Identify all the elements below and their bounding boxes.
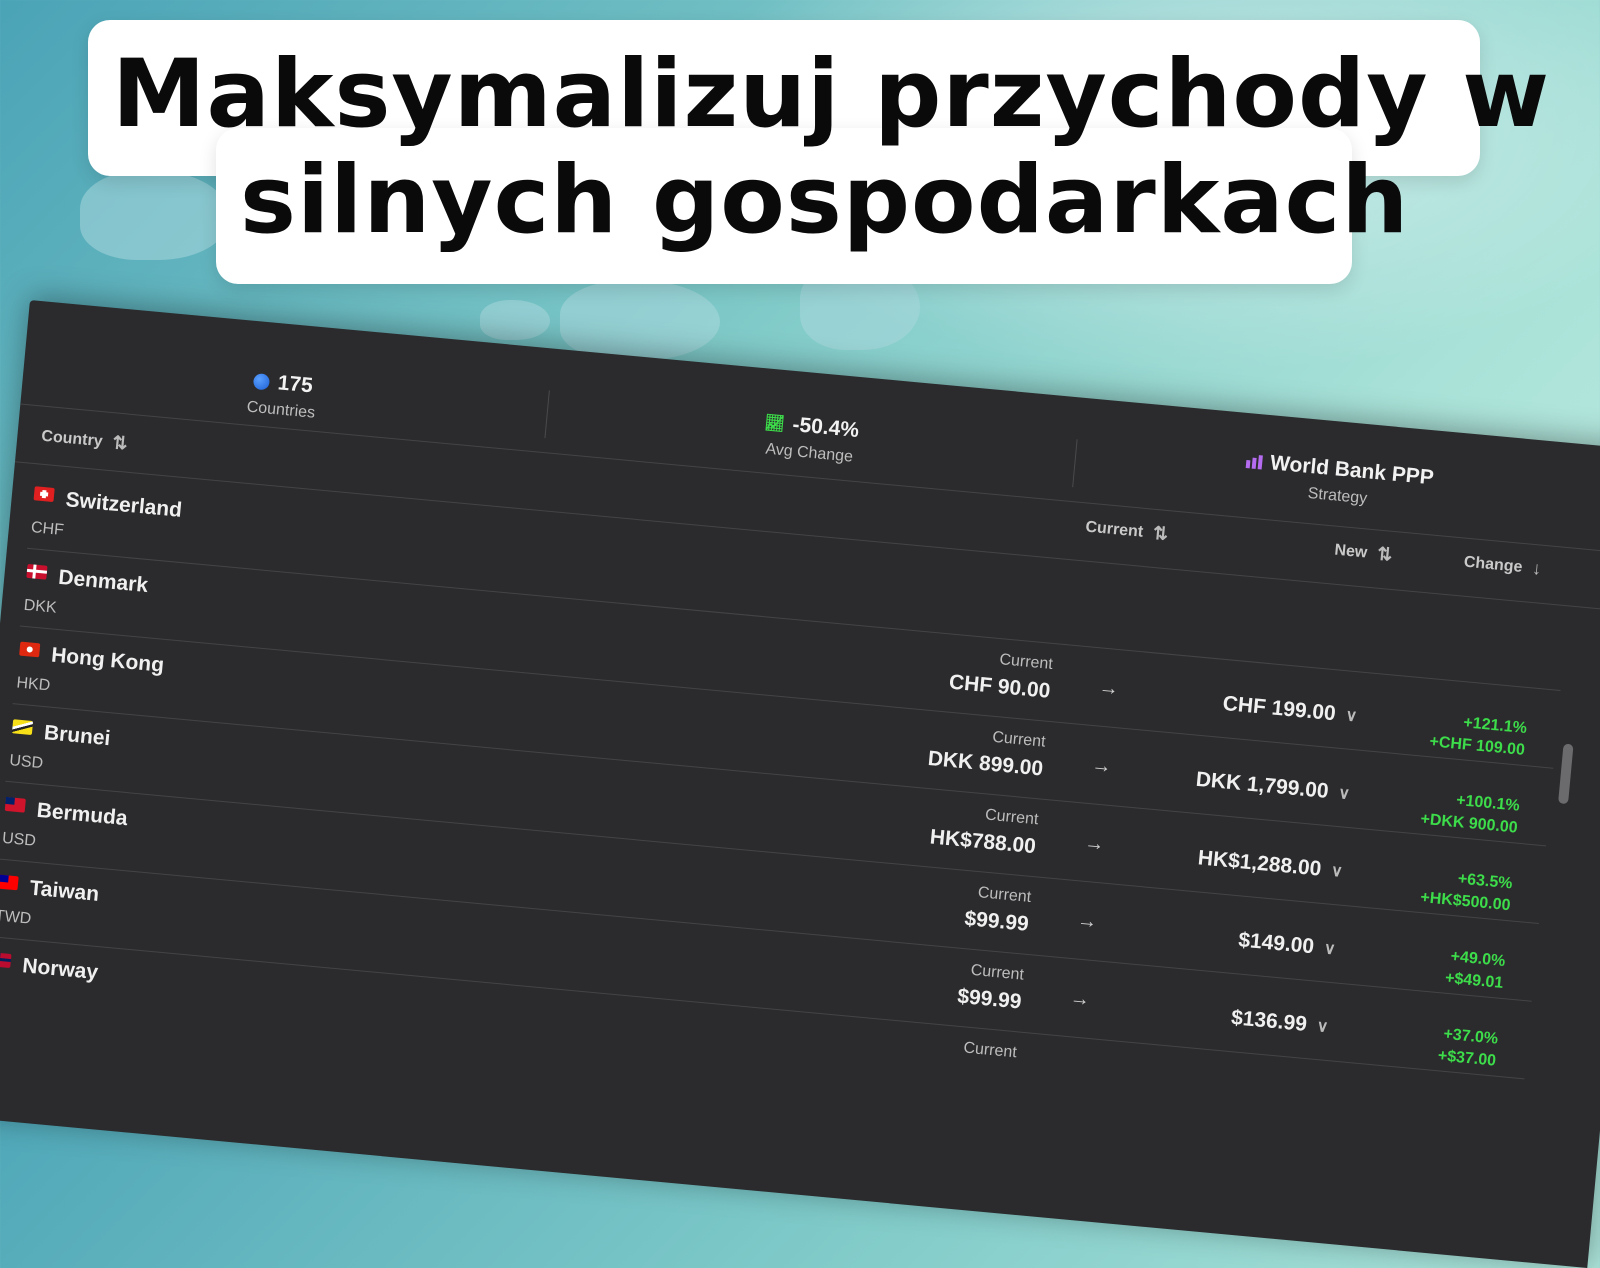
stat-avg-change: 📈︎ -50.4% Avg Change [689,404,932,474]
column-header-country[interactable]: Country ⇅ [41,426,129,455]
country-name: Taiwan [28,876,101,906]
country-name: Bermuda [35,798,129,831]
bar-chart-icon [1245,454,1263,470]
country-name: Denmark [57,565,150,598]
column-header-current[interactable]: Current ⇅ [1085,517,1169,546]
flag-taiwan-icon [0,874,19,891]
change-values: +121.1% +CHF 109.00 [1429,709,1528,762]
map-land [80,170,230,260]
change-values: +37.0% +$37.00 [1437,1023,1499,1072]
country-name: Switzerland [64,488,183,522]
current-price: $99.99 [963,907,1030,936]
chevron-down-icon: ∨ [1344,707,1358,726]
map-land [560,280,720,360]
current-price: CHF 90.00 [948,670,1052,703]
new-price-dropdown[interactable]: DKK 1,799.00 ∨ [1195,768,1351,806]
chevron-down-icon: ∨ [1337,784,1351,804]
flag-hong-kong-icon [19,641,41,658]
chevron-down-icon: ∨ [1323,940,1337,959]
flag-norway-icon [0,952,12,969]
currency-code: CHF [30,519,65,540]
flag-bermuda-icon [4,796,26,813]
country-name: Hong Kong [50,643,166,677]
current-price: DKK 899.00 [926,746,1045,781]
sort-down-icon: ↓ [1531,557,1543,579]
current-label: Current [962,1039,1018,1062]
current-price: HK$788.00 [928,825,1037,859]
new-price-dropdown[interactable]: $136.99 ∨ [1230,1006,1329,1039]
headline-line-2: silnych gospodarkach [240,146,1410,255]
current-label: Current [998,651,1054,673]
divider [544,390,550,439]
arrow-right-icon: → [1090,754,1113,778]
sort-icon: ⇅ [1376,543,1394,565]
arrow-right-icon: → [1076,909,1099,934]
pricing-panel: 175 Countries 📈︎ -50.4% Avg Change World… [0,300,1600,1268]
chevron-down-icon: ∨ [1315,1017,1330,1037]
flag-switzerland-icon [33,486,55,503]
current-label: Current [977,884,1032,906]
chevron-down-icon: ∨ [1330,862,1344,881]
column-header-change[interactable]: Change ↓ [1463,552,1542,580]
arrow-right-icon: → [1083,831,1106,856]
change-values: +100.1% +DKK 900.00 [1420,787,1521,840]
change-amount: +$37.00 [1437,1047,1497,1070]
new-price-dropdown[interactable]: HK$1,288.00 ∨ [1197,846,1344,883]
countries-count: 175 [276,371,314,398]
currency-code: TWD [0,907,33,928]
current-label: Current [984,806,1040,829]
new-price-dropdown[interactable]: $149.00 ∨ [1237,928,1336,961]
currency-code: DKK [22,596,58,617]
divider [1072,439,1078,488]
currency-code: USD [8,752,44,773]
arrow-right-icon: → [1097,676,1120,701]
country-name: Brunei [43,721,112,751]
globe-icon [253,373,271,391]
country-name: Norway [21,954,100,985]
change-amount: +$49.01 [1444,969,1504,992]
map-land [480,300,550,340]
new-price-dropdown[interactable]: CHF 199.00 ∨ [1222,692,1359,728]
change-values: +63.5% +HK$500.00 [1419,865,1514,917]
currency-code: USD [1,829,37,850]
currency-code: HKD [15,674,51,695]
flag-brunei-icon [11,719,34,736]
change-values: +49.0% +$49.01 [1444,946,1506,995]
sort-icon: ⇅ [111,432,129,454]
stat-strategy[interactable]: World Bank PPP Strategy [1207,446,1470,518]
current-label: Current [969,961,1025,984]
column-header-new[interactable]: New ⇅ [1334,540,1394,566]
sort-icon: ⇅ [1152,522,1170,545]
flag-denmark-icon [26,563,48,580]
arrow-right-icon: → [1068,987,1091,1011]
trend-chart-icon: 📈︎ [763,414,786,434]
avg-change-value: -50.4% [791,413,860,443]
headline-line-1: Maksymalizuj przychody w [112,40,1551,149]
current-label: Current [991,728,1047,751]
